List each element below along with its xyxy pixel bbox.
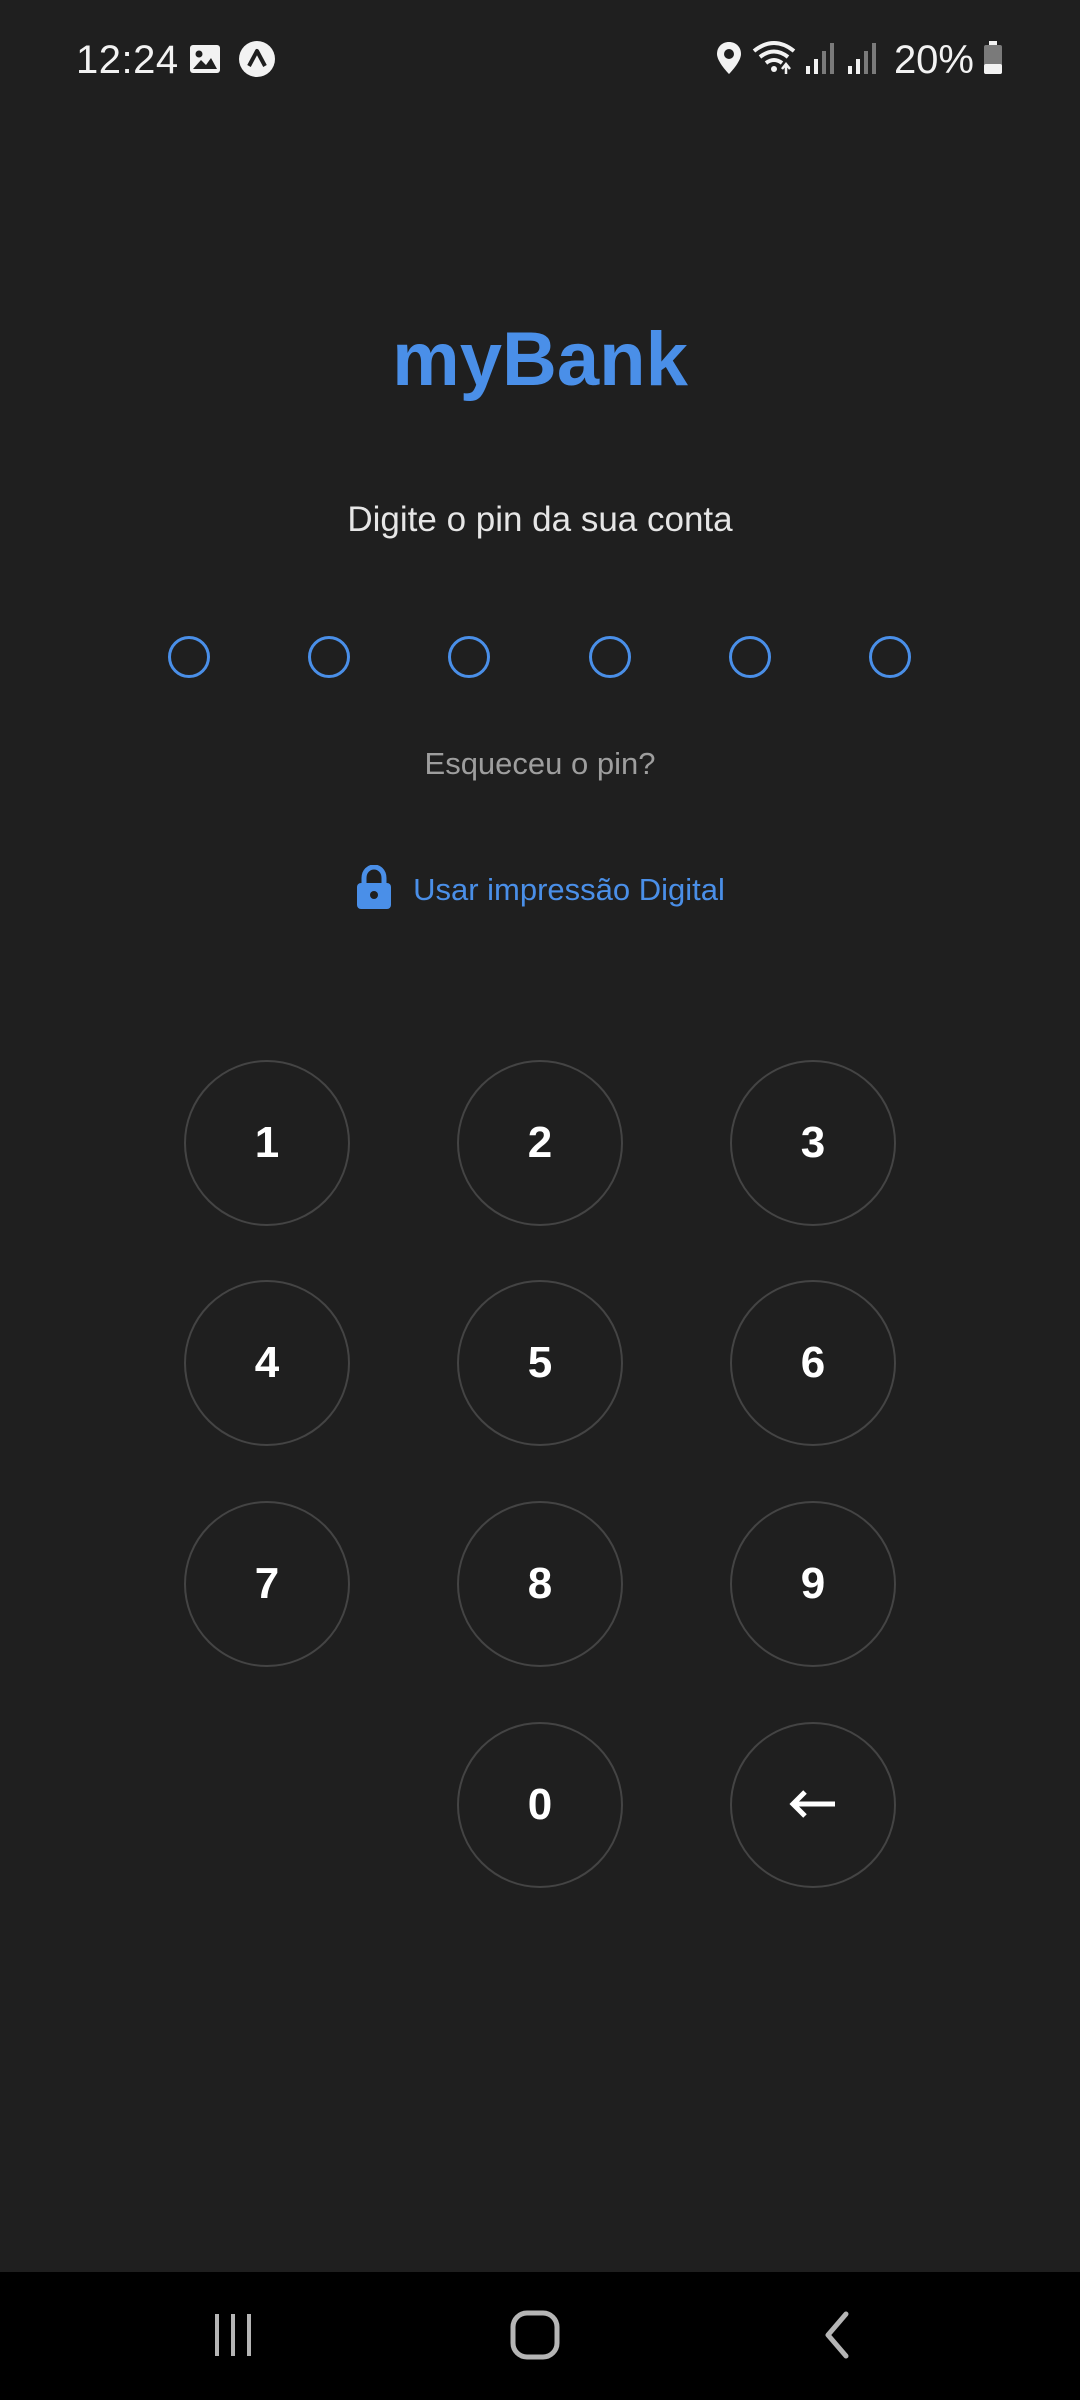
pin-dot	[589, 636, 631, 678]
image-icon	[188, 42, 222, 81]
system-nav-bar	[0, 2272, 1080, 2400]
pin-dot	[448, 636, 490, 678]
signal-icon	[846, 40, 880, 81]
status-time: 12:24	[76, 38, 179, 82]
fingerprint-login-link[interactable]: Usar impressão Digital	[0, 863, 1080, 916]
key-0[interactable]: 0	[457, 1722, 623, 1888]
key-1[interactable]: 1	[184, 1060, 350, 1226]
forgot-pin-link[interactable]: Esqueceu o pin?	[0, 738, 1080, 790]
lock-icon	[355, 863, 393, 916]
wifi-icon	[752, 39, 796, 82]
status-left-icons	[188, 40, 276, 83]
pin-dot	[168, 636, 210, 678]
back-button[interactable]	[792, 2302, 882, 2372]
key-7[interactable]: 7	[184, 1501, 350, 1667]
battery-icon	[982, 40, 1004, 81]
key-6[interactable]: 6	[730, 1280, 896, 1446]
backspace-arrow-icon	[789, 1780, 837, 1830]
location-icon	[714, 40, 744, 81]
app-notification-icon	[238, 40, 276, 83]
status-bar: 12:24 20%	[0, 0, 1080, 120]
pin-dot	[308, 636, 350, 678]
key-4[interactable]: 4	[184, 1280, 350, 1446]
key-5[interactable]: 5	[457, 1280, 623, 1446]
key-9[interactable]: 9	[730, 1501, 896, 1667]
recent-apps-button[interactable]	[188, 2302, 278, 2372]
backspace-button[interactable]	[730, 1722, 896, 1888]
home-button[interactable]	[490, 2302, 580, 2372]
key-3[interactable]: 3	[730, 1060, 896, 1226]
key-8[interactable]: 8	[457, 1501, 623, 1667]
fingerprint-label: Usar impressão Digital	[413, 872, 725, 907]
pin-indicator	[0, 636, 1080, 678]
status-right-icons: 20%	[714, 36, 1004, 84]
key-2[interactable]: 2	[457, 1060, 623, 1226]
pin-dot	[869, 636, 911, 678]
signal-icon	[804, 40, 838, 81]
pin-dot	[729, 636, 771, 678]
app-title: myBank	[392, 317, 688, 402]
home-icon	[509, 2309, 561, 2366]
recent-apps-icon	[211, 2312, 255, 2363]
battery-percentage: 20%	[893, 38, 974, 82]
back-icon	[820, 2310, 854, 2365]
pin-prompt: Digite o pin da sua conta	[347, 500, 733, 539]
